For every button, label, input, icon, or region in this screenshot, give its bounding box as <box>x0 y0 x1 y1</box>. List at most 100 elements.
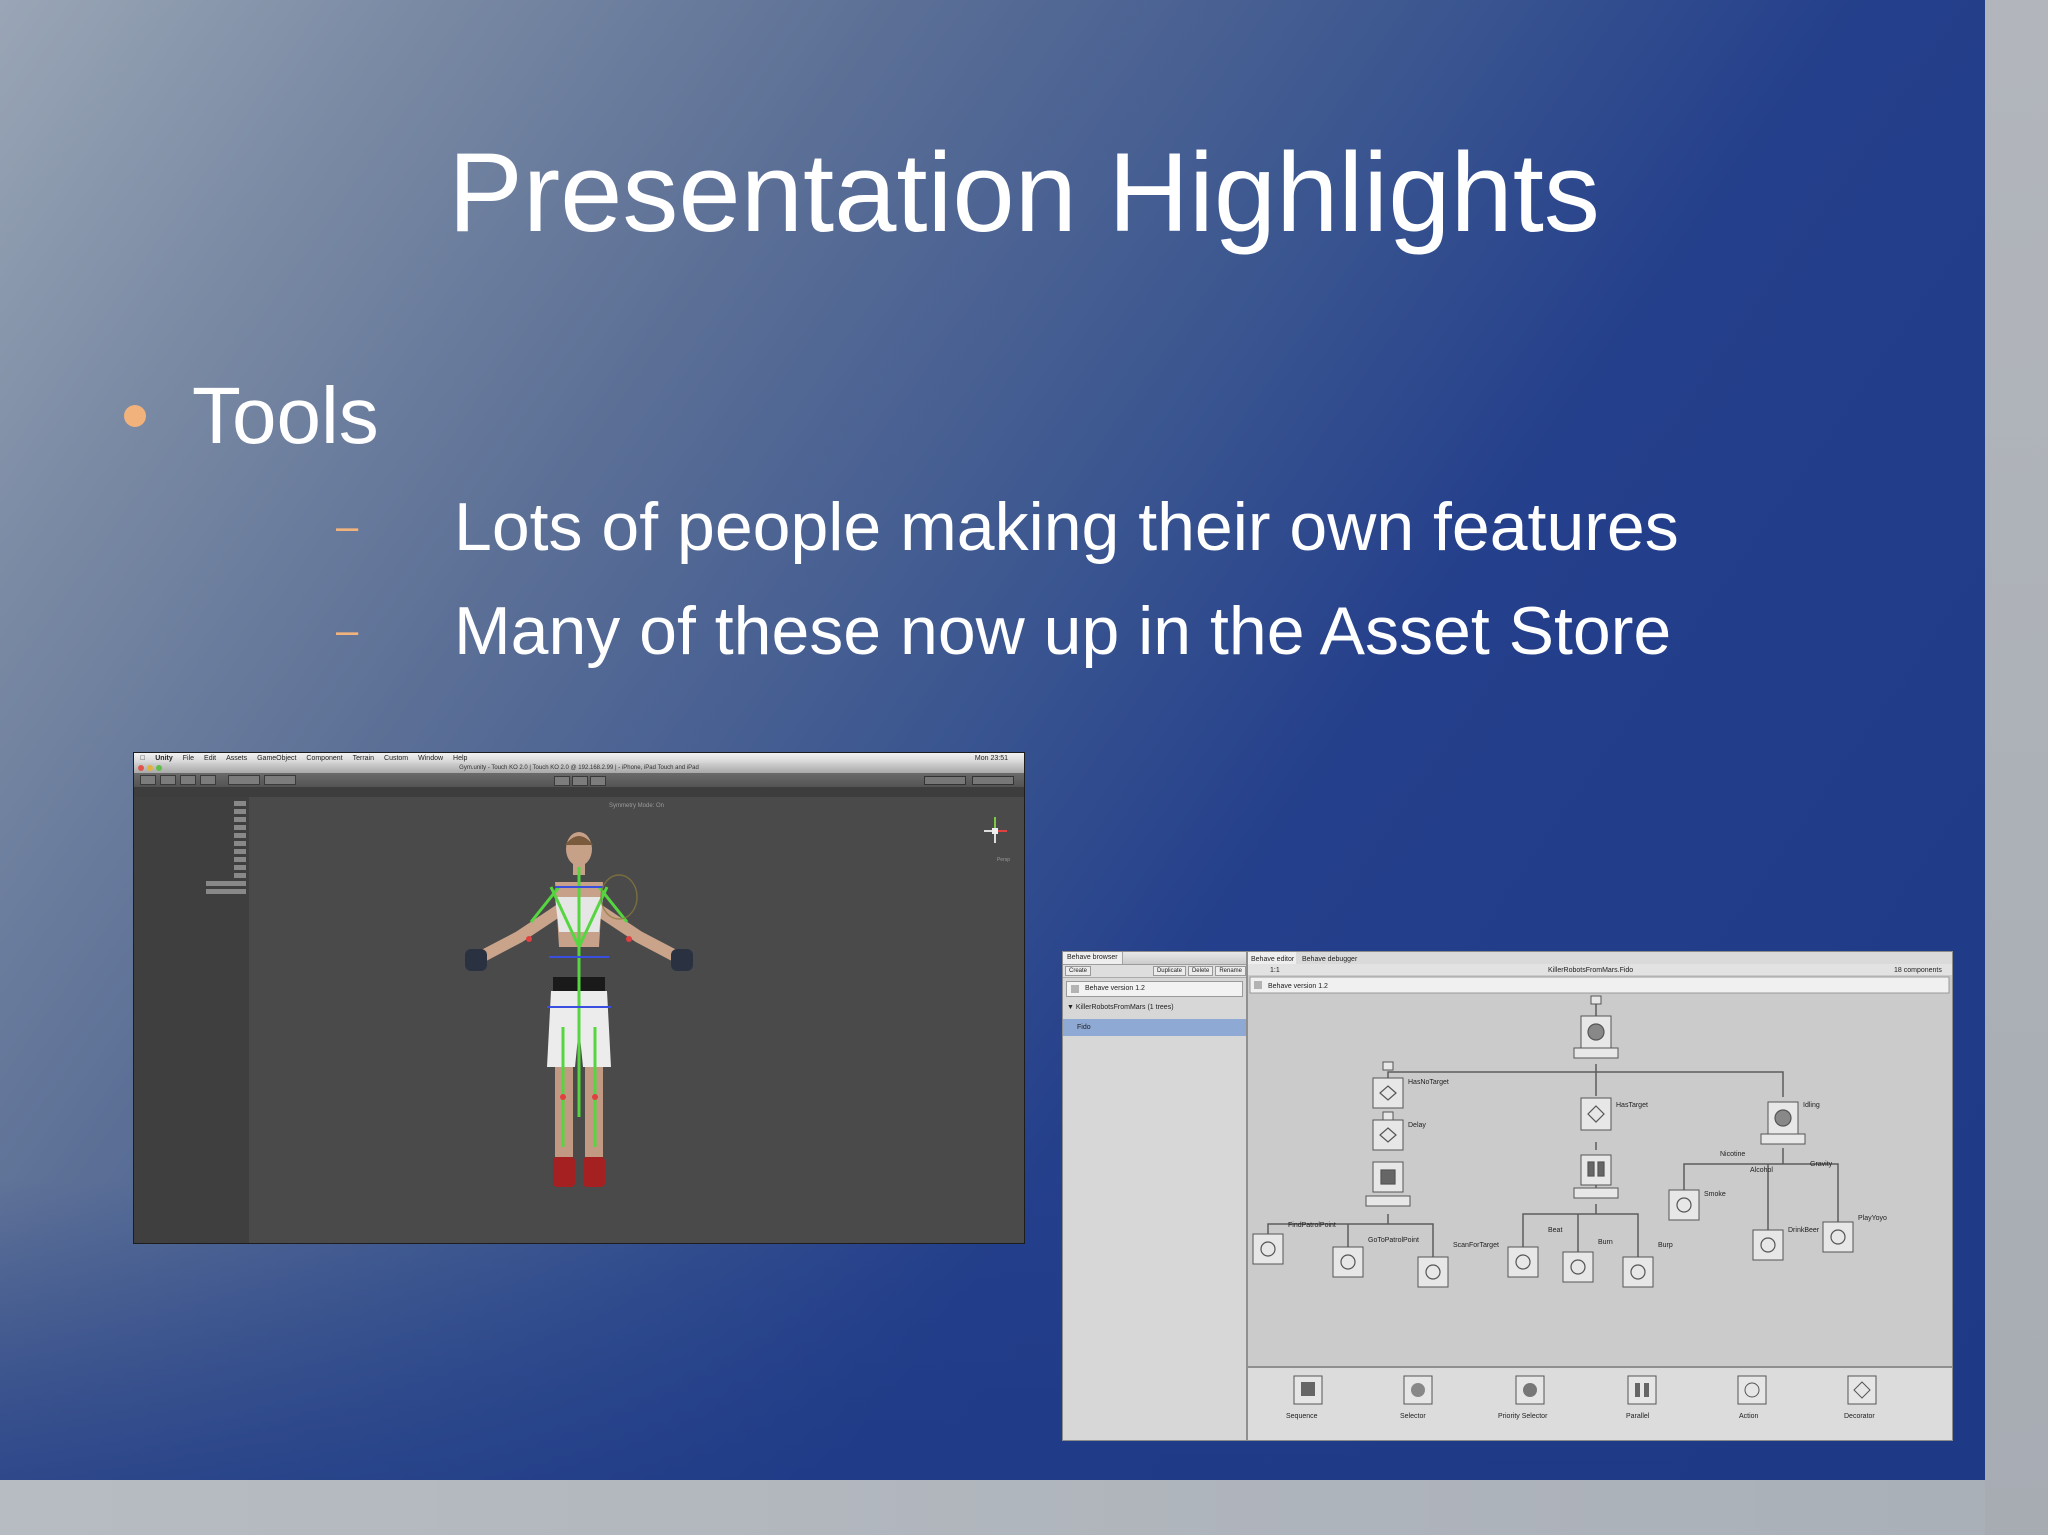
bullet-tools: Tools <box>124 370 379 462</box>
scene-gizmo-icon <box>984 817 1007 843</box>
behave-browser-panel: Behave browser Create Duplicate Delete R… <box>1063 952 1248 1440</box>
scale-tool-icon <box>200 775 216 785</box>
tab-behave-editor: Behave editor <box>1251 956 1295 963</box>
settings-row <box>137 887 246 895</box>
node-label: FindPatrolPoint <box>1288 1222 1336 1229</box>
subbullet-text: Many of these now up in the Asset Store <box>454 593 1672 669</box>
unity-toolbar <box>134 773 1024 787</box>
node-label: GoToPatrolPoint <box>1368 1237 1419 1244</box>
node-label: DrinkBeer <box>1788 1227 1820 1234</box>
node-label: Smoke <box>1704 1191 1726 1198</box>
version-label: Behave version 1.2 <box>1268 983 1328 990</box>
settings-row <box>137 879 246 887</box>
boxer-character-model <box>465 832 693 1187</box>
settings-row <box>137 871 246 879</box>
minimize-icon <box>147 765 153 771</box>
tab-behave-debugger: Behave debugger <box>1302 956 1358 963</box>
create-button: Create <box>1065 966 1092 976</box>
node-label: Nicotine <box>1720 1151 1745 1158</box>
node-label: Gravity <box>1810 1161 1833 1168</box>
play-icon <box>554 776 570 786</box>
scene-viewport: Symmetry Mode: On Persp <box>249 797 1024 1243</box>
delete-button: Delete <box>1187 966 1214 976</box>
disclosure-triangle-icon: ▼ <box>1067 1004 1074 1011</box>
rotate-tool-icon <box>180 775 196 785</box>
duplicate-button: Duplicate <box>1152 966 1186 976</box>
scene-tabbar <box>134 787 1024 797</box>
palette-label: Priority Selector <box>1498 1413 1548 1420</box>
node-label: PlayYoyo <box>1858 1215 1887 1222</box>
menu-item: Terrain <box>347 754 374 762</box>
behave-editor-screenshot: Behave browser Create Duplicate Delete R… <box>1062 951 1953 1441</box>
layout-dropdown <box>972 776 1014 785</box>
palette-label: Parallel <box>1626 1413 1650 1420</box>
settings-row <box>137 799 246 807</box>
subbullet-text: Lots of people making their own features <box>454 489 1679 565</box>
version-field: Behave version 1.2 <box>1066 981 1243 997</box>
menubar-clock: Mon 23:51 <box>974 754 1008 762</box>
bottom-margin <box>0 1480 1985 1535</box>
sequence-icon <box>1301 1382 1315 1396</box>
palette-label: Selector <box>1400 1413 1426 1420</box>
settings-row <box>137 831 246 839</box>
menu-item: File <box>177 754 194 762</box>
close-icon <box>138 765 144 771</box>
settings-row <box>137 823 246 831</box>
gizmo-label: Persp <box>996 857 1010 863</box>
menu-item: Edit <box>198 754 216 762</box>
pause-icon <box>572 776 588 786</box>
palette-items: Sequence Selector Priority Selector Para… <box>1286 1375 1877 1420</box>
settings-row <box>137 839 246 847</box>
node-label: Burp <box>1658 1242 1673 1249</box>
symmetry-settings-panel <box>134 797 249 1243</box>
bullet-text: Tools <box>192 371 379 460</box>
settings-row <box>137 807 246 815</box>
rename-button: Rename <box>1215 966 1246 976</box>
play-controls <box>554 776 606 786</box>
menu-item: Help <box>447 754 467 762</box>
move-tool-icon <box>160 775 176 785</box>
palette-label: Sequence <box>1286 1413 1318 1420</box>
priority-selector-icon <box>1523 1383 1537 1397</box>
menu-item: GameObject <box>251 754 296 762</box>
menu-item: Assets <box>220 754 247 762</box>
menu-item: Unity <box>150 754 173 762</box>
window-title: Gym.unity - Touch KO 2.0 | Touch KO 2.0 … <box>459 765 699 771</box>
browser-tabbar: Behave browser <box>1063 952 1246 965</box>
node-label: HasTarget <box>1616 1102 1648 1109</box>
local-toggle <box>264 775 296 785</box>
node-label: Burn <box>1598 1239 1613 1246</box>
palette-label: Action <box>1739 1413 1759 1420</box>
node-palette: Sequence Selector Priority Selector Para… <box>1248 1366 1952 1440</box>
node-label: Delay <box>1408 1122 1426 1129</box>
step-icon <box>590 776 606 786</box>
tab-behave-browser: Behave browser <box>1063 952 1123 964</box>
dash-icon: – <box>336 608 359 653</box>
slide-title: Presentation Highlights <box>448 130 1600 255</box>
node-label: Alcohol <box>1750 1167 1773 1174</box>
settings-row <box>137 863 246 871</box>
settings-row <box>137 855 246 863</box>
canvas-title: KillerRobotsFromMars.Fido <box>1548 967 1633 974</box>
node-label: Beat <box>1548 1227 1562 1234</box>
node-label: Idling <box>1803 1102 1820 1109</box>
tree-group-label: KillerRobotsFromMars (1 trees) <box>1075 1004 1174 1011</box>
tree-item-fido: Fido <box>1063 1019 1246 1036</box>
unity-editor-screenshot:  Unity File Edit Assets GameObject Comp… <box>133 752 1025 1244</box>
node-label: HasNoTarget <box>1408 1079 1449 1086</box>
subbullet-1: – Lots of people making their own featur… <box>336 488 1679 566</box>
dash-icon: – <box>336 504 359 549</box>
selector-icon <box>1411 1383 1425 1397</box>
zoom-label: 1:1 <box>1270 967 1280 974</box>
settings-row <box>137 847 246 855</box>
menu-item: Custom <box>378 754 408 762</box>
window-titlebar: Gym.unity - Touch KO 2.0 | Touch KO 2.0 … <box>134 763 1024 773</box>
viewport-label: Symmetry Mode: On <box>608 803 664 809</box>
hand-tool-icon <box>140 775 156 785</box>
pivot-toggle <box>228 775 260 785</box>
zoom-icon <box>156 765 162 771</box>
layers-dropdown <box>924 776 966 785</box>
window-controls <box>138 765 162 771</box>
menu-item: Component <box>301 754 342 762</box>
menu-item: Window <box>412 754 443 762</box>
